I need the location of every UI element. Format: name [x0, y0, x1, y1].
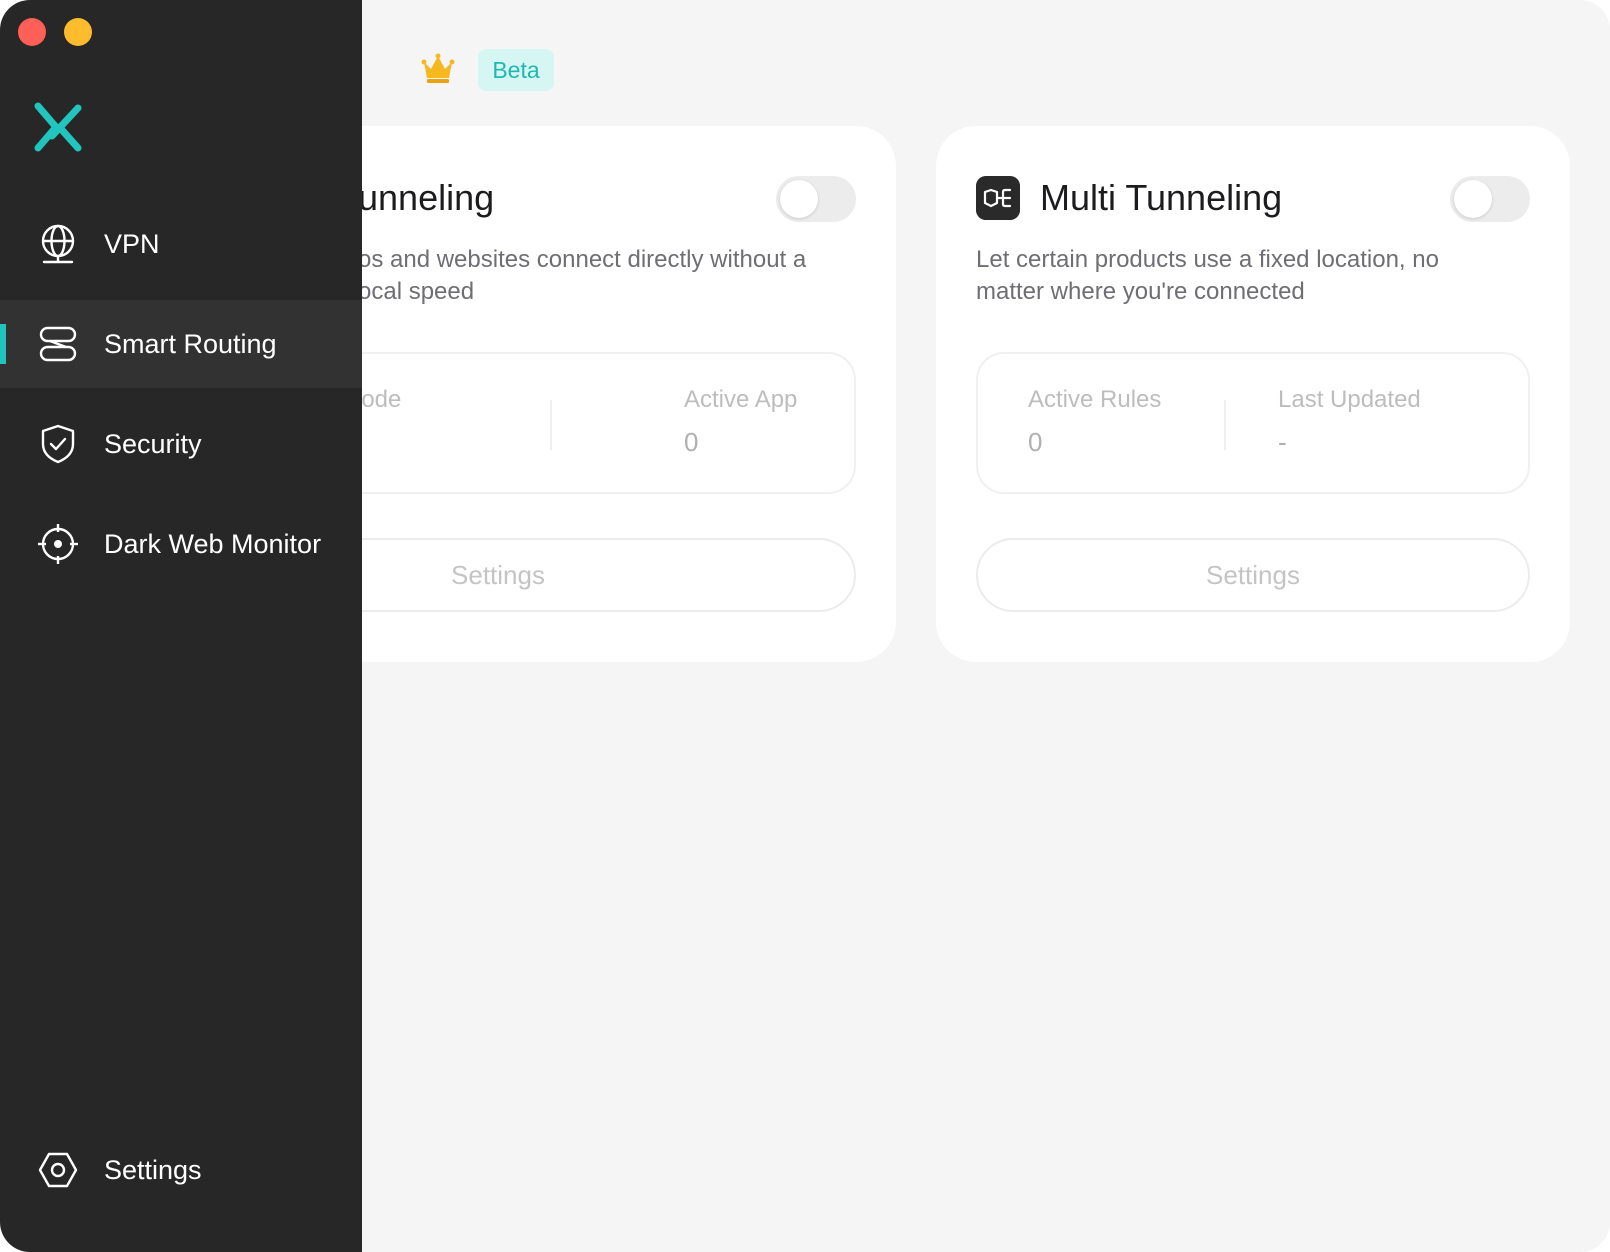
split-tunneling-description: os and websites connect directly without… [358, 244, 858, 308]
sidebar-item-label: VPN [104, 229, 160, 259]
multi-tunneling-title: Multi Tunneling [1040, 177, 1283, 218]
sidebar-item-label: Security [104, 429, 202, 459]
sidebar-item-vpn[interactable]: VPN [0, 200, 362, 288]
multi-tunneling-stats: Active Rules 0 Last Updated - [976, 352, 1530, 494]
sidebar-item-label: Dark Web Monitor [104, 529, 322, 559]
active-rules-stat: Active Rules 0 [1028, 384, 1161, 462]
sidebar-item-dark-web-monitor[interactable]: Dark Web Monitor [0, 500, 362, 588]
minimize-window-button[interactable] [64, 18, 92, 46]
active-rules-value: 0 [1028, 427, 1043, 457]
active-indicator [0, 324, 6, 364]
toggle-knob [780, 180, 818, 218]
beta-badge: Beta [478, 49, 554, 91]
split-tunneling-toggle[interactable] [776, 176, 856, 222]
app-window: ng Beta unneling os and websites connect… [0, 0, 1610, 1252]
sidebar-item-smart-routing[interactable]: Smart Routing [0, 300, 362, 388]
stat-divider [1224, 400, 1226, 450]
sidebar-item-settings[interactable]: Settings [0, 1126, 362, 1214]
toggle-knob [1454, 180, 1492, 218]
multi-tunneling-settings-button[interactable]: Settings [976, 538, 1530, 612]
app-logo-icon [34, 102, 82, 152]
multi-desc-line1: Let certain products use a fixed locatio… [976, 246, 1439, 273]
multi-tunneling-toggle[interactable] [1450, 176, 1530, 222]
last-updated-value: - [1278, 427, 1287, 457]
split-desc-line2: ocal speed [358, 278, 475, 305]
split-desc-line1: os and websites connect directly without… [358, 246, 807, 273]
crown-icon [421, 53, 455, 83]
multi-tunneling-card: Multi Tunneling Let certain products use… [936, 126, 1570, 662]
sidebar: VPN Smart Routing Security Dark Web Moni… [0, 0, 362, 1252]
split-tunneling-title: unneling [358, 177, 495, 218]
multi-desc-line2: matter where you're connected [976, 278, 1305, 305]
last-updated-stat: Last Updated - [1278, 384, 1421, 462]
active-app-stat: Active App 0 [684, 384, 797, 462]
sidebar-item-label: Smart Routing [104, 329, 277, 359]
last-updated-label: Last Updated [1278, 386, 1421, 413]
shield-icon [41, 424, 75, 464]
multi-tunneling-description: Let certain products use a fixed locatio… [976, 244, 1496, 308]
stat-divider [550, 400, 552, 450]
active-app-label: Active App [684, 386, 798, 413]
active-app-value: 0 [684, 427, 699, 457]
routing-icon [39, 326, 77, 362]
sidebar-item-label: Settings [104, 1155, 202, 1185]
close-window-button[interactable] [18, 18, 46, 46]
globe-icon [41, 224, 75, 264]
crosshair-icon [38, 524, 78, 564]
mode-label: lode [356, 386, 402, 413]
active-rules-label: Active Rules [1028, 386, 1162, 413]
multi-tunneling-icon [976, 176, 1020, 220]
hexagon-settings-icon [38, 1152, 78, 1188]
mode-stat: lode [356, 384, 401, 422]
sidebar-item-security[interactable]: Security [0, 400, 362, 488]
